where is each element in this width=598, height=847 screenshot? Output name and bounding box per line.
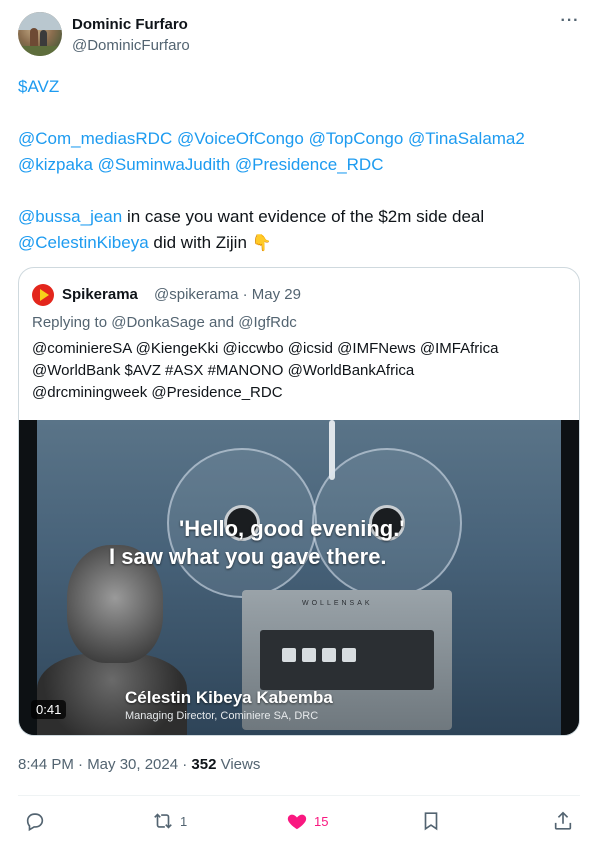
- reply-button[interactable]: [24, 808, 46, 834]
- speaker-name: Célestin Kibeya Kabemba: [125, 688, 333, 707]
- replying-mention-a: @DonkaSage: [111, 314, 205, 331]
- mention-link-bussa[interactable]: @bussa_jean: [18, 207, 122, 226]
- quote-video[interactable]: WOLLENSAK 'Hello, good evening.' I saw w…: [19, 420, 579, 735]
- quoted-tweet[interactable]: Spikerama @spikerama · May 29 Replying t…: [18, 267, 580, 736]
- divider: [18, 795, 580, 796]
- action-bar: 1 15: [18, 806, 580, 836]
- quote-author-name: Spikerama: [62, 286, 138, 303]
- mention-links-a[interactable]: @Com_mediasRDC @VoiceOfCongo @TopCongo @…: [18, 129, 525, 148]
- share-icon: [554, 811, 572, 830]
- quote-body-line: @cominiereSA @KiengeKki @iccwbo @icsid @…: [32, 340, 499, 357]
- quote-body-line: @WorldBank $AVZ #ASX #MANONO @WorldBankA…: [32, 362, 415, 379]
- tweet-header: Dominic Furfaro @DominicFurfaro ···: [18, 12, 580, 60]
- replying-prefix: Replying to: [32, 314, 112, 331]
- timestamp-text[interactable]: 8:44 PM · May 30, 2024 ·: [18, 756, 191, 773]
- replying-mention-b: @IgfRdc: [238, 314, 297, 331]
- bookmark-button[interactable]: [420, 808, 442, 834]
- tape-deck: WOLLENSAK: [242, 590, 452, 730]
- more-options-icon[interactable]: ···: [560, 13, 580, 34]
- author-name[interactable]: Dominic Furfaro: [72, 16, 188, 33]
- quote-body-line: @drcminingweek @Presidence_RDC: [32, 384, 283, 401]
- cashtag-link[interactable]: $AVZ: [18, 77, 59, 96]
- tweet-body-text-2: did with Zijin: [148, 233, 252, 252]
- pointing-down-emoji: 👇: [251, 235, 272, 252]
- views-count: 352: [191, 756, 217, 773]
- author-avatar[interactable]: [18, 12, 62, 56]
- retweet-count: 1: [180, 813, 188, 829]
- share-button[interactable]: [552, 808, 574, 834]
- views-label: Views: [216, 756, 261, 773]
- quote-body: @cominiereSA @KiengeKki @iccwbo @icsid @…: [32, 338, 572, 404]
- tweet-timestamp: 8:44 PM · May 30, 2024 · 352 Views: [18, 756, 260, 773]
- video-caption-line2: I saw what you gave there.: [109, 544, 387, 569]
- retweet-icon: [154, 813, 172, 829]
- author-handle[interactable]: @DominicFurfaro: [72, 37, 190, 54]
- replying-and: and: [204, 314, 239, 331]
- video-duration-badge: 0:41: [31, 700, 67, 719]
- heart-icon: [287, 814, 307, 830]
- reply-icon: [26, 813, 44, 832]
- bookmark-icon: [424, 812, 438, 831]
- mention-links-b[interactable]: @kizpaka @SuminwaJudith @Presidence_RDC: [18, 155, 383, 174]
- quote-avatar: [32, 284, 54, 306]
- like-count: 15: [314, 813, 329, 829]
- tweet-body-text: in case you want evidence of the $2m sid…: [122, 207, 485, 226]
- deck-brand: WOLLENSAK: [302, 600, 373, 607]
- speaker-title: Managing Director, Cominiere SA, DRC: [125, 710, 319, 722]
- retweet-button[interactable]: 1: [152, 808, 187, 834]
- mention-link-celestin[interactable]: @CelestinKibeya: [18, 233, 149, 252]
- tweet-text: $AVZ @Com_mediasRDC @VoiceOfCongo @TopCo…: [18, 74, 584, 257]
- video-caption-line1: 'Hello, good evening.': [179, 516, 405, 541]
- like-button[interactable]: 15: [286, 808, 328, 834]
- quote-replying-to: Replying to @DonkaSage and @IgfRdc: [32, 314, 297, 331]
- quote-author-meta: @spikerama · May 29: [154, 286, 301, 303]
